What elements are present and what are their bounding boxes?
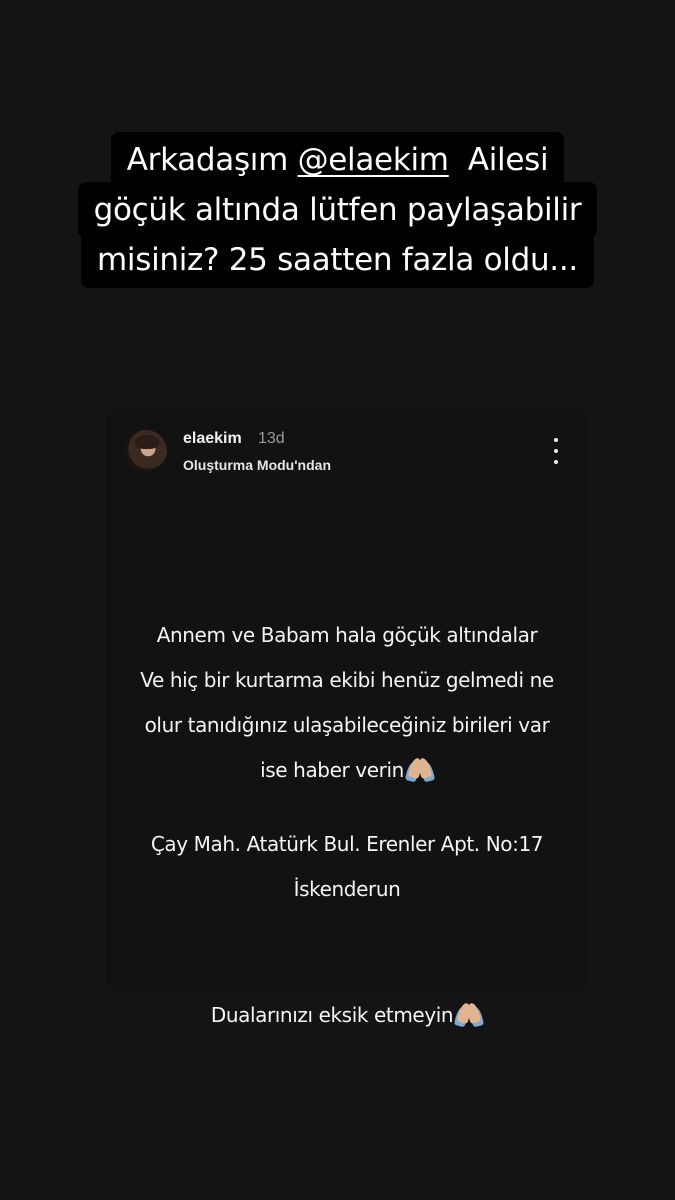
folded-hands-emoji-icon — [406, 758, 434, 780]
post-text-line: Ve hiç bir kurtarma ekibi henüz gelmedi … — [140, 668, 554, 692]
post-text-line: olur tanıdığınız ulaşabileceğiniz birile… — [144, 713, 550, 737]
post-paragraph-1: Annem ve Babam hala göçük altındalar Ve … — [107, 613, 587, 793]
mention-link[interactable]: @elaekim — [298, 142, 449, 178]
story-canvas: Arkadaşım @elaekim Ailesi göçük altında … — [0, 0, 675, 1200]
caption-line-1-suffix: Ailesi — [448, 142, 549, 178]
post-address-line: Çay Mah. Atatürk Bul. Erenler Apt. No:17 — [150, 832, 544, 856]
story-caption: Arkadaşım @elaekim Ailesi göçük altında … — [0, 132, 675, 288]
post-paragraph-3: Dualarınızı eksik etmeyin — [107, 993, 587, 1038]
caption-line-2: göçük altında lütfen paylaşabilir — [77, 182, 598, 238]
post-age: 13d — [258, 430, 285, 447]
post-username[interactable]: elaekim — [183, 430, 242, 448]
post-text-line: ise haber verin — [260, 758, 404, 782]
post-text-line-with-emoji: Dualarınızı eksik etmeyin — [107, 993, 587, 1038]
post-text-line: Dualarınızı eksik etmeyin — [210, 1003, 454, 1027]
avatar[interactable] — [125, 430, 167, 472]
more-options-icon[interactable] — [553, 438, 559, 464]
post-header: elaekim 13d Oluşturma Modu'ndan — [125, 430, 575, 478]
post-text-line: Annem ve Babam hala göçük altındalar — [156, 623, 538, 647]
post-paragraph-2: Çay Mah. Atatürk Bul. Erenler Apt. No:17… — [107, 822, 587, 912]
caption-line-1-prefix: Arkadaşım — [126, 142, 298, 178]
folded-hands-emoji-icon — [455, 1003, 483, 1025]
caption-line-1: Arkadaşım @elaekim Ailesi — [110, 132, 565, 188]
caption-line-3: misiniz? 25 saatten fazla oldu... — [81, 232, 594, 288]
post-address-line: İskenderun — [293, 877, 401, 901]
post-text-line-with-emoji: ise haber verin — [107, 748, 587, 793]
post-subtitle: Oluşturma Modu'ndan — [183, 457, 331, 473]
